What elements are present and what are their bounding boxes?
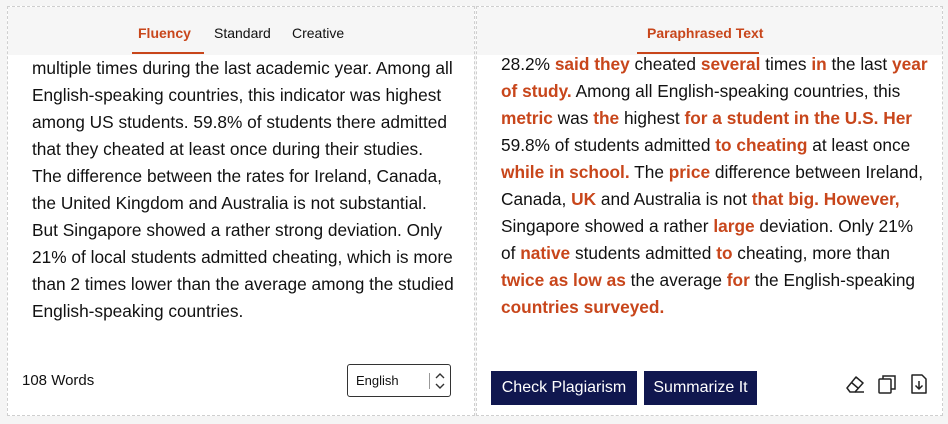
- language-select-value: English: [356, 373, 399, 388]
- paraphrased-text: 28.2% said they cheated several times in…: [501, 51, 932, 321]
- changed-phrase[interactable]: to: [716, 243, 732, 263]
- chevron-up-down-icon: [435, 373, 445, 389]
- input-panel: Fluency Standard Creative multiple times…: [7, 6, 475, 416]
- unchanged-phrase: at least once: [807, 135, 911, 155]
- unchanged-phrase: was: [552, 108, 594, 128]
- changed-phrase[interactable]: to cheating: [715, 135, 807, 155]
- unchanged-phrase: cheated: [629, 54, 701, 74]
- changed-phrase[interactable]: UK: [571, 189, 596, 209]
- changed-phrase[interactable]: while in school.: [501, 162, 630, 182]
- input-text[interactable]: multiple times during the last academic …: [32, 55, 456, 325]
- output-panel: Paraphrased Text 28.2% said they cheated…: [476, 6, 943, 416]
- changed-phrase[interactable]: large: [713, 216, 754, 236]
- unchanged-phrase: the English-speaking: [749, 270, 916, 290]
- unchanged-phrase: Singapore showed a rather: [501, 216, 714, 236]
- changed-phrase[interactable]: the: [593, 108, 619, 128]
- unchanged-phrase: Among all English-speaking countries, th…: [571, 81, 901, 101]
- paraphraser-app: Fluency Standard Creative multiple times…: [0, 0, 948, 424]
- unchanged-phrase: and Australia is not: [596, 189, 752, 209]
- eraser-icon[interactable]: [844, 373, 866, 395]
- changed-phrase[interactable]: said they: [555, 54, 630, 74]
- changed-phrase[interactable]: for a student in the U.S. Her: [684, 108, 912, 128]
- tab-fluency[interactable]: Fluency: [138, 25, 191, 41]
- changed-phrase[interactable]: in: [811, 54, 826, 74]
- unchanged-phrase: cheating, more than: [732, 243, 891, 263]
- changed-phrase[interactable]: native: [520, 243, 570, 263]
- changed-phrase[interactable]: price: [669, 162, 710, 182]
- summarize-button[interactable]: Summarize It: [644, 371, 757, 405]
- unchanged-phrase: highest: [619, 108, 685, 128]
- download-icon[interactable]: [908, 373, 930, 395]
- check-plagiarism-button[interactable]: Check Plagiarism: [491, 371, 637, 405]
- output-header: Paraphrased Text: [477, 7, 942, 55]
- changed-phrase[interactable]: twice as low as: [501, 270, 626, 290]
- changed-phrase[interactable]: for: [727, 270, 750, 290]
- word-count: 108 Words: [22, 372, 95, 389]
- changed-phrase[interactable]: countries surveyed.: [501, 297, 664, 317]
- language-select[interactable]: English: [347, 364, 451, 397]
- unchanged-phrase: The: [629, 162, 669, 182]
- changed-phrase[interactable]: that big. However,: [752, 189, 900, 209]
- unchanged-phrase: students admitted: [570, 243, 717, 263]
- unchanged-phrase: the average: [625, 270, 727, 290]
- unchanged-phrase: the last: [826, 54, 893, 74]
- tab-creative[interactable]: Creative: [292, 25, 344, 41]
- output-title: Paraphrased Text: [647, 25, 764, 41]
- select-divider: [429, 373, 430, 389]
- changed-phrase[interactable]: several: [701, 54, 761, 74]
- unchanged-phrase: 28.2%: [501, 54, 555, 74]
- copy-icon[interactable]: [876, 373, 898, 395]
- changed-phrase[interactable]: metric: [501, 108, 553, 128]
- unchanged-phrase: times: [760, 54, 812, 74]
- unchanged-phrase: 59.8% of students admitted: [501, 135, 716, 155]
- active-tab-indicator: [132, 52, 204, 54]
- tab-standard[interactable]: Standard: [214, 25, 271, 41]
- mode-tabs: Fluency Standard Creative: [8, 7, 474, 55]
